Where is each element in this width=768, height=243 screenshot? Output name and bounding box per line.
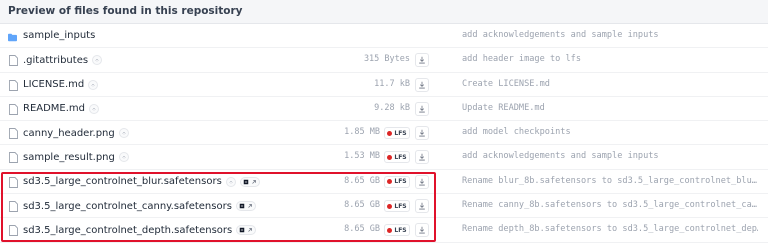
commit-message[interactable]: add model checkpoints (462, 127, 758, 137)
lfs-badge[interactable]: LFS (384, 224, 410, 237)
file-name[interactable]: sample_result.png (23, 152, 115, 163)
lfs-badge[interactable]: LFS (384, 127, 410, 140)
safe-scan-icon[interactable] (88, 79, 99, 90)
lfs-icon (387, 227, 393, 233)
commit-message[interactable]: Rename depth_8b.safetensors to sd3.5_lar… (462, 224, 758, 234)
commit-message[interactable]: add header image to lfs (462, 54, 758, 64)
file-name[interactable]: sd3.5_large_controlnet_blur.safetensors (23, 176, 222, 187)
file-icon (9, 152, 18, 164)
file-size: 11.7 kB (374, 78, 410, 89)
commit-message[interactable]: Update README.md (462, 103, 758, 113)
file-row-canny-header[interactable]: canny_header.png 1.85 MB LFS add model c… (0, 121, 768, 146)
file-name[interactable]: canny_header.png (23, 128, 115, 139)
file-list: sample_inputs add acknowledgements and s… (0, 24, 768, 243)
file-icon (9, 103, 18, 115)
pickle-scan-icon[interactable] (235, 201, 256, 212)
header-title: Preview of files found in this repositor… (8, 5, 243, 17)
file-size: 1.53 MB (344, 151, 380, 162)
commit-message[interactable]: add acknowledgements and sample inputs (462, 151, 758, 161)
download-icon[interactable] (415, 150, 429, 165)
pickle-scan-icon[interactable] (239, 176, 260, 187)
file-size: 315 Bytes (363, 54, 410, 65)
commit-message[interactable]: Create LICENSE.md (462, 79, 758, 89)
commit-message[interactable]: Rename canny_8b.safetensors to sd3.5_lar… (462, 200, 758, 210)
safe-scan-icon[interactable] (118, 128, 129, 139)
file-name[interactable]: sd3.5_large_controlnet_canny.safetensors (23, 201, 232, 212)
file-name[interactable]: README.md (23, 103, 85, 114)
file-row-controlnet-canny[interactable]: sd3.5_large_controlnet_canny.safetensors… (0, 194, 768, 219)
file-name[interactable]: .gitattributes (23, 55, 88, 66)
file-size: 8.65 GB (344, 200, 380, 211)
lfs-label: LFS (394, 153, 407, 161)
file-row-gitattributes[interactable]: .gitattributes 315 Bytes add header imag… (0, 48, 768, 73)
download-icon[interactable] (415, 126, 429, 141)
download-icon[interactable] (415, 199, 429, 214)
folder-icon (8, 33, 17, 42)
file-row-controlnet-blur[interactable]: sd3.5_large_controlnet_blur.safetensors … (0, 170, 768, 195)
file-icon (9, 79, 18, 91)
file-name[interactable]: sample_inputs (23, 30, 95, 41)
lfs-label: LFS (394, 129, 407, 137)
lfs-icon (387, 130, 393, 136)
file-row-readme[interactable]: README.md 9.28 kB Update README.md (0, 97, 768, 122)
lfs-icon (387, 179, 393, 185)
file-row-controlnet-depth[interactable]: sd3.5_large_controlnet_depth.safetensors… (0, 218, 768, 243)
safe-scan-icon[interactable] (89, 103, 100, 114)
file-row-sample-result[interactable]: sample_result.png 1.53 MB LFS add acknow… (0, 145, 768, 170)
commit-message[interactable]: add acknowledgements and sample inputs (462, 30, 758, 40)
safe-scan-icon[interactable] (225, 176, 236, 187)
pickle-scan-icon[interactable] (236, 225, 257, 236)
lfs-label: LFS (394, 226, 407, 234)
file-size: 1.85 MB (344, 127, 380, 138)
file-name[interactable]: sd3.5_large_controlnet_depth.safetensors (23, 225, 232, 236)
file-size: 8.65 GB (344, 175, 380, 186)
download-icon[interactable] (415, 223, 429, 238)
file-size: 8.65 GB (344, 224, 380, 235)
commit-message[interactable]: Rename blur_8b.safetensors to sd3.5_larg… (462, 176, 758, 186)
download-icon[interactable] (415, 174, 429, 189)
lfs-badge[interactable]: LFS (384, 175, 410, 188)
file-row-license[interactable]: LICENSE.md 11.7 kB Create LICENSE.md (0, 73, 768, 97)
file-icon (9, 225, 18, 237)
download-icon[interactable] (415, 53, 429, 68)
lfs-label: LFS (394, 178, 407, 186)
file-icon (9, 55, 18, 67)
safe-scan-icon[interactable] (118, 152, 129, 163)
download-icon[interactable] (415, 101, 429, 116)
file-icon (9, 128, 18, 140)
safe-scan-icon[interactable] (92, 55, 103, 66)
file-icon (9, 201, 18, 213)
files-preview-header: Preview of files found in this repositor… (0, 0, 768, 24)
file-row-sample-inputs[interactable]: sample_inputs add acknowledgements and s… (0, 24, 768, 49)
lfs-label: LFS (394, 202, 407, 210)
file-size: 9.28 kB (374, 102, 410, 113)
file-name[interactable]: LICENSE.md (23, 79, 84, 90)
file-icon (9, 176, 18, 188)
lfs-badge[interactable]: LFS (384, 151, 410, 164)
download-icon[interactable] (415, 77, 429, 92)
lfs-badge[interactable]: LFS (384, 200, 410, 213)
lfs-icon (387, 154, 393, 160)
lfs-icon (387, 203, 393, 209)
